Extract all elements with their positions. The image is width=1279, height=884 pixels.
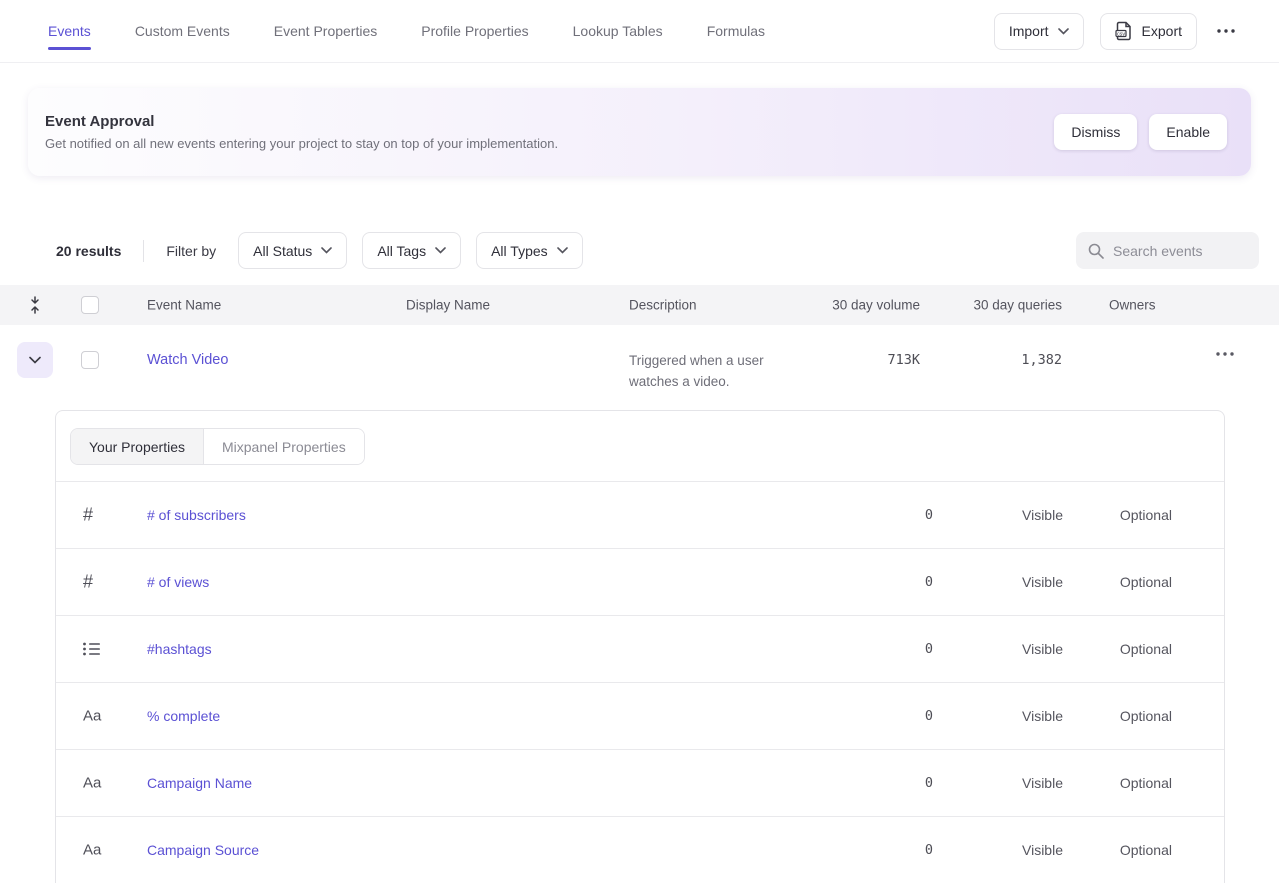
text-type-icon: Aa [83, 708, 101, 725]
event-30-day-queries: 1,382 [912, 352, 1062, 368]
event-approval-banner: Event Approval Get notified on all new e… [28, 88, 1251, 176]
event-30-day-volume: 713K [770, 352, 920, 368]
chevron-down-icon [557, 247, 568, 254]
tab-your-properties[interactable]: Your Properties [71, 429, 204, 464]
search-box [1076, 232, 1259, 269]
tab-formulas[interactable]: Formulas [707, 0, 765, 62]
nav-overflow-menu[interactable] [1213, 25, 1239, 37]
text-type-icon: Aa [83, 775, 101, 792]
collapse-row-button[interactable] [17, 342, 53, 378]
property-row: # # of subscribers 0 Visible Optional [56, 481, 1224, 548]
events-table-header: Event Name Display Name Description 30 d… [0, 285, 1279, 325]
filter-by-label: Filter by [166, 243, 216, 259]
event-name-link[interactable]: Watch Video [147, 352, 228, 368]
tab-profile-properties[interactable]: Profile Properties [421, 0, 528, 62]
chevron-down-icon [1058, 28, 1069, 35]
tab-custom-events[interactable]: Custom Events [135, 0, 230, 62]
column-display-name: Display Name [406, 298, 490, 313]
property-row: #hashtags 0 Visible Optional [56, 615, 1224, 682]
tags-filter-dropdown[interactable]: All Tags [362, 232, 461, 269]
hash-icon: # [83, 572, 93, 593]
banner-description: Get notified on all new events entering … [45, 136, 558, 151]
export-button[interactable]: csv Export [1100, 13, 1197, 50]
properties-panel: Your Properties Mixpanel Properties # # … [55, 410, 1225, 883]
nav-tabs: Events Custom Events Event Properties Pr… [48, 0, 765, 62]
property-requirement: Optional [1022, 775, 1172, 791]
csv-file-icon: csv [1115, 21, 1133, 41]
types-filter-label: All Types [491, 243, 548, 259]
property-row: # # of views 0 Visible Optional [56, 548, 1224, 615]
import-button-label: Import [1009, 23, 1049, 39]
dismiss-button[interactable]: Dismiss [1054, 114, 1137, 150]
row-checkbox[interactable] [81, 351, 99, 369]
chevron-down-icon [29, 356, 41, 364]
property-value: 0 [783, 708, 933, 724]
status-filter-label: All Status [253, 243, 312, 259]
property-name-link[interactable]: % complete [147, 708, 220, 724]
search-icon [1088, 243, 1104, 259]
property-requirement: Optional [1022, 574, 1172, 590]
search-input[interactable] [1113, 243, 1247, 259]
property-row: Aa Campaign Source 0 Visible Optional [56, 816, 1224, 883]
property-name-link[interactable]: # of views [147, 574, 209, 590]
import-button[interactable]: Import [994, 13, 1084, 50]
column-owners: Owners [1109, 298, 1156, 313]
property-value: 0 [783, 775, 933, 791]
table-row: Watch Video Triggered when a user watche… [0, 325, 1279, 395]
column-event-name: Event Name [147, 298, 221, 313]
properties-tab-switch: Your Properties Mixpanel Properties [70, 428, 365, 465]
svg-text:csv: csv [1116, 31, 1124, 37]
tab-lookup-tables[interactable]: Lookup Tables [573, 0, 663, 62]
property-requirement: Optional [1022, 842, 1172, 858]
property-row: Aa Campaign Name 0 Visible Optional [56, 749, 1224, 816]
property-row: Aa % complete 0 Visible Optional [56, 682, 1224, 749]
select-all-checkbox[interactable] [81, 296, 99, 314]
column-description: Description [629, 298, 697, 313]
filter-bar: 20 results Filter by All Status All Tags… [56, 232, 1259, 269]
banner-title: Event Approval [45, 113, 558, 130]
property-name-link[interactable]: # of subscribers [147, 507, 246, 523]
row-overflow-menu[interactable] [1212, 348, 1238, 360]
tab-event-properties[interactable]: Event Properties [274, 0, 378, 62]
property-value: 0 [783, 842, 933, 858]
property-requirement: Optional [1022, 507, 1172, 523]
property-value: 0 [783, 641, 933, 657]
results-count: 20 results [56, 243, 121, 259]
tab-events[interactable]: Events [48, 0, 91, 62]
types-filter-dropdown[interactable]: All Types [476, 232, 583, 269]
chevron-down-icon [435, 247, 446, 254]
divider [143, 240, 144, 262]
hash-icon: # [83, 505, 93, 526]
status-filter-dropdown[interactable]: All Status [238, 232, 347, 269]
column-30-day-volume: 30 day volume [770, 298, 920, 313]
tags-filter-label: All Tags [377, 243, 426, 259]
property-name-link[interactable]: Campaign Name [147, 775, 252, 791]
column-30-day-queries: 30 day queries [912, 298, 1062, 313]
property-requirement: Optional [1022, 708, 1172, 724]
export-button-label: Export [1142, 23, 1182, 39]
tab-mixpanel-properties[interactable]: Mixpanel Properties [204, 429, 364, 464]
enable-button[interactable]: Enable [1149, 114, 1227, 150]
collapse-all-icon[interactable] [28, 295, 42, 315]
list-icon [83, 642, 100, 656]
property-name-link[interactable]: #hashtags [147, 641, 212, 657]
property-requirement: Optional [1022, 641, 1172, 657]
property-value: 0 [783, 507, 933, 523]
property-name-link[interactable]: Campaign Source [147, 842, 259, 858]
chevron-down-icon [321, 247, 332, 254]
text-type-icon: Aa [83, 842, 101, 859]
top-nav: Events Custom Events Event Properties Pr… [0, 0, 1279, 63]
property-value: 0 [783, 574, 933, 590]
